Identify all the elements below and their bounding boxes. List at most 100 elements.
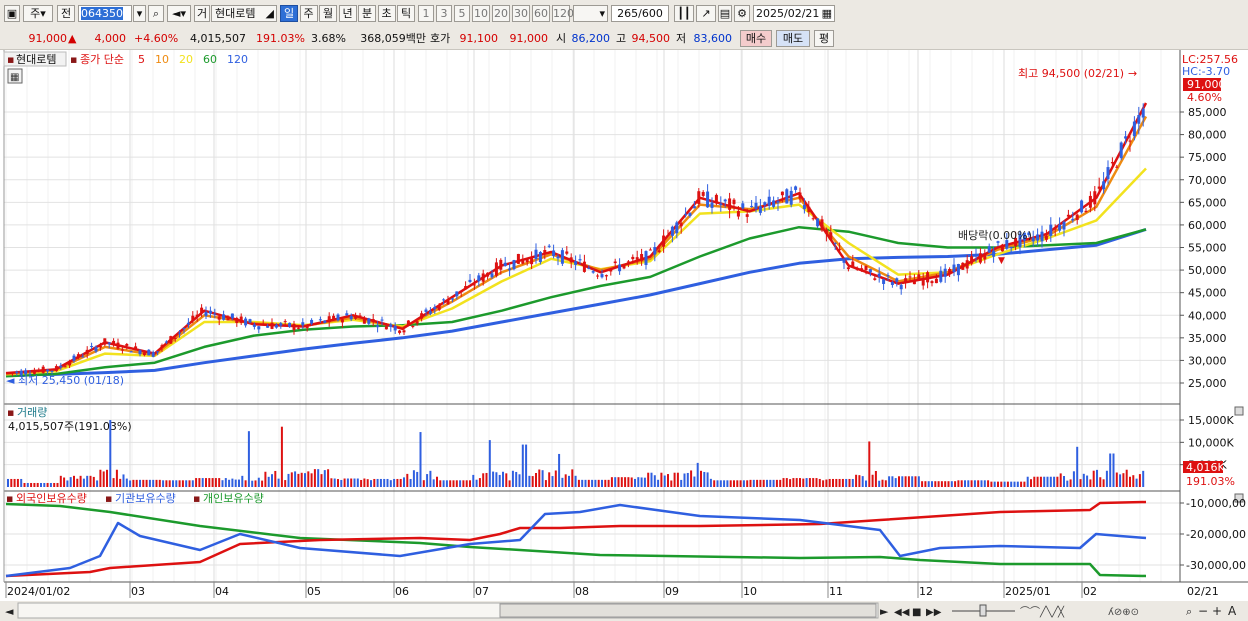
interval-custom-input[interactable]: ▾ xyxy=(573,5,608,22)
interval-button-6[interactable]: 60 xyxy=(532,5,550,22)
count-input[interactable]: 265/600 xyxy=(611,5,669,22)
zoom-in-icon[interactable]: + xyxy=(1212,604,1222,618)
interval-button-3[interactable]: 10 xyxy=(472,5,490,22)
gear-icon[interactable]: ⚙ xyxy=(734,5,750,22)
code-input[interactable]: 064350 xyxy=(78,5,132,22)
candle-body xyxy=(494,262,498,276)
volume-bar xyxy=(518,474,521,487)
volume-bar xyxy=(343,478,346,487)
volume-bar xyxy=(211,478,214,487)
volume-bar xyxy=(148,479,151,487)
market-select[interactable]: 전 xyxy=(57,5,75,22)
volume-tick-label: 15,000K xyxy=(1188,414,1234,427)
volume-bar xyxy=(1079,479,1082,487)
fast-forward-icon[interactable]: ▶▶ xyxy=(926,607,942,618)
stock-chart[interactable]: ▪ 현대로템 ▪ 종가 단순 5 10 20 60 120 ▦ 최고 94,500 (0… xyxy=(0,50,1248,621)
interval-button-0[interactable]: 1 xyxy=(418,5,434,22)
candle-body xyxy=(965,260,969,269)
candle-body xyxy=(1071,218,1075,221)
scroll-left-icon[interactable]: ◄ xyxy=(5,605,14,618)
code-dropdown-icon[interactable]: ▾ xyxy=(133,5,146,22)
zoom-search-icon[interactable]: ⌕ xyxy=(1186,605,1192,618)
stop-icon[interactable]: ■ xyxy=(912,607,921,618)
period-button-2[interactable]: 월 xyxy=(319,5,337,22)
candle-body xyxy=(934,278,938,284)
period-button-6[interactable]: 틱 xyxy=(397,5,415,22)
volume-bar xyxy=(198,478,201,487)
scroll-right-icon[interactable]: ► xyxy=(880,605,889,618)
volume-bar xyxy=(558,453,561,487)
sell-button[interactable]: 매도 xyxy=(776,30,810,47)
volume-bar xyxy=(36,482,39,487)
interval-button-5[interactable]: 30 xyxy=(512,5,530,22)
period-button-1[interactable]: 주 xyxy=(299,5,318,22)
fib-tools-icon[interactable]: ʎ⊘⊕⊙ xyxy=(1108,607,1139,618)
period-button-0[interactable]: 일 xyxy=(280,5,298,22)
volume-bar xyxy=(663,475,666,487)
zoom-slider-handle[interactable] xyxy=(979,604,987,617)
scrollbar-thumb[interactable] xyxy=(499,603,877,618)
date-axis-label: 12 xyxy=(919,585,933,598)
speaker-icon[interactable]: ◄▾ xyxy=(167,5,191,22)
volume-bar xyxy=(396,478,399,487)
candle-body xyxy=(697,191,701,204)
volume-bar xyxy=(700,470,702,487)
volume-bar xyxy=(304,473,306,487)
buy-button[interactable]: 매수 xyxy=(740,30,772,47)
menu-select[interactable]: 주▾ xyxy=(23,5,53,22)
period-button-4[interactable]: 분 xyxy=(358,5,376,22)
candle-type-icon[interactable]: ┃┃ xyxy=(674,5,694,22)
period-button-5[interactable]: 초 xyxy=(377,5,396,22)
interval-button-2[interactable]: 5 xyxy=(454,5,470,22)
volume-bar xyxy=(482,473,485,487)
volume-bar xyxy=(102,471,105,487)
candle-body xyxy=(802,205,806,210)
volume-panel-close-icon[interactable] xyxy=(1234,406,1244,416)
volume-bar xyxy=(439,480,442,487)
volume-bar xyxy=(1105,470,1108,487)
volume-bar xyxy=(931,481,933,487)
candle-body xyxy=(129,351,133,353)
volume-bar xyxy=(653,475,656,487)
interval-button-7[interactable]: 120 xyxy=(552,5,574,22)
date-input[interactable]: 2025/02/21 ▦ xyxy=(753,5,835,22)
candle-body xyxy=(147,349,151,356)
volume-bar xyxy=(356,478,359,487)
interval-button-1[interactable]: 3 xyxy=(436,5,452,22)
candle-body xyxy=(442,299,446,301)
trade-amount: 368,059백만 xyxy=(360,32,426,45)
volume-tick-label: 10,000K xyxy=(1188,436,1234,449)
date-axis-label: 08 xyxy=(575,585,589,598)
volume-bar xyxy=(1099,477,1102,487)
evaluate-button[interactable]: 평 xyxy=(814,30,834,47)
volume-bar xyxy=(617,477,620,487)
zoom-out-icon[interactable]: − xyxy=(1198,604,1208,618)
draw-tools-icon[interactable]: ⌒⌒╱╲╱╳ xyxy=(1020,605,1065,618)
volume-bar xyxy=(1109,453,1112,487)
stock-name-select[interactable]: 현대로템 ◢ xyxy=(211,5,277,22)
window-menu-icon[interactable]: ▣ xyxy=(4,5,20,22)
interval-button-4[interactable]: 20 xyxy=(492,5,510,22)
candle-body xyxy=(873,278,877,280)
volume-bar xyxy=(733,480,735,487)
type-select[interactable]: 거 xyxy=(194,5,210,22)
save-icon[interactable]: ▤ xyxy=(718,5,732,22)
rewind-icon[interactable]: ◀◀ xyxy=(894,607,910,618)
candle-body xyxy=(169,336,173,344)
volume-bar xyxy=(119,478,122,487)
candle-body xyxy=(288,322,292,327)
draw-tool-icon[interactable]: ↗ xyxy=(696,5,716,22)
candle-body xyxy=(186,322,190,325)
candle-body xyxy=(838,249,842,251)
volume-bar xyxy=(1006,481,1009,487)
price-tick-label: 35,000 xyxy=(1188,332,1227,345)
font-size-icon[interactable]: A xyxy=(1228,604,1237,618)
open-price: 86,200 xyxy=(571,32,611,45)
volume-bar xyxy=(23,482,26,487)
low-marker: 최저 25,450 (01/18) xyxy=(18,374,124,387)
search-icon[interactable]: ⌕ xyxy=(148,5,164,22)
candle-body xyxy=(912,280,916,285)
period-button-3[interactable]: 년 xyxy=(338,5,357,22)
candle-body xyxy=(244,318,248,326)
volume-bar xyxy=(231,478,234,487)
